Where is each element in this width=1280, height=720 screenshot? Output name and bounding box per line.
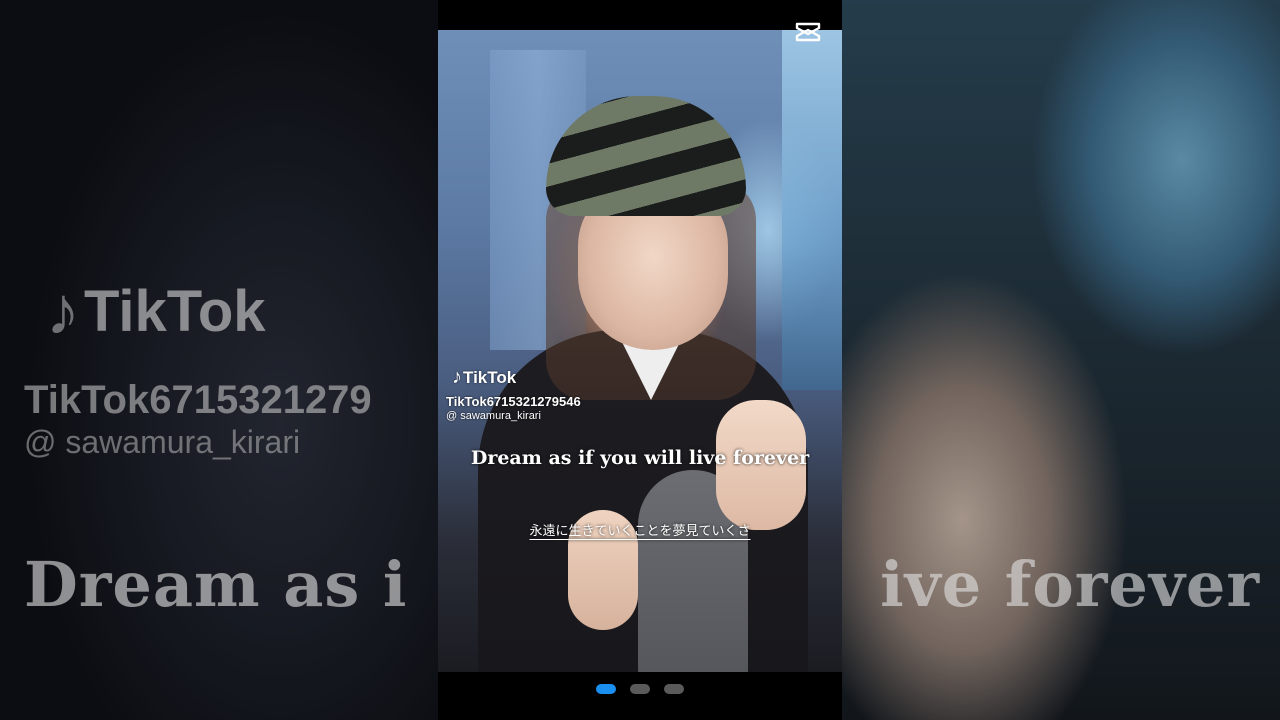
background-caption-right: ive forever xyxy=(880,548,1260,621)
capcut-logo-icon xyxy=(795,22,821,42)
tiktok-note-icon: ♪ xyxy=(46,273,80,349)
blurred-background-right: ive forever xyxy=(842,0,1280,720)
blurred-background-left: ♪ TikTok TikTok6715321279 @ sawamura_kir… xyxy=(0,0,438,720)
carousel-dot[interactable] xyxy=(664,684,684,694)
background-tiktok-brand: ♪ TikTok xyxy=(46,273,266,349)
tiktok-brand: ♪ TikTok xyxy=(452,366,517,388)
carousel-indicator xyxy=(438,684,842,694)
caption-japanese: 永遠に生きていくことを夢見ていくさ xyxy=(529,524,751,539)
tiktok-id: TikTok6715321279546 xyxy=(446,394,581,409)
background-username: @ sawamura_kirari xyxy=(24,424,301,460)
video-viewer[interactable]: ♪ TikTok TikTok6715321279546 @ sawamura_… xyxy=(438,0,842,720)
background-caption-left: Dream as i xyxy=(24,548,408,621)
video-player: ♪ TikTok TikTok6715321279 @ sawamura_kir… xyxy=(0,0,1280,720)
username: @ sawamura_kirari xyxy=(446,410,541,422)
carousel-dot[interactable] xyxy=(630,684,650,694)
caption-english: Dream as if you will live forever xyxy=(470,447,810,469)
background-tiktok-id: TikTok6715321279 xyxy=(24,378,372,422)
tiktok-note-icon: ♪ xyxy=(452,366,462,388)
carousel-dot[interactable] xyxy=(596,684,616,694)
video-frame[interactable]: ♪ TikTok TikTok6715321279546 @ sawamura_… xyxy=(438,30,842,672)
